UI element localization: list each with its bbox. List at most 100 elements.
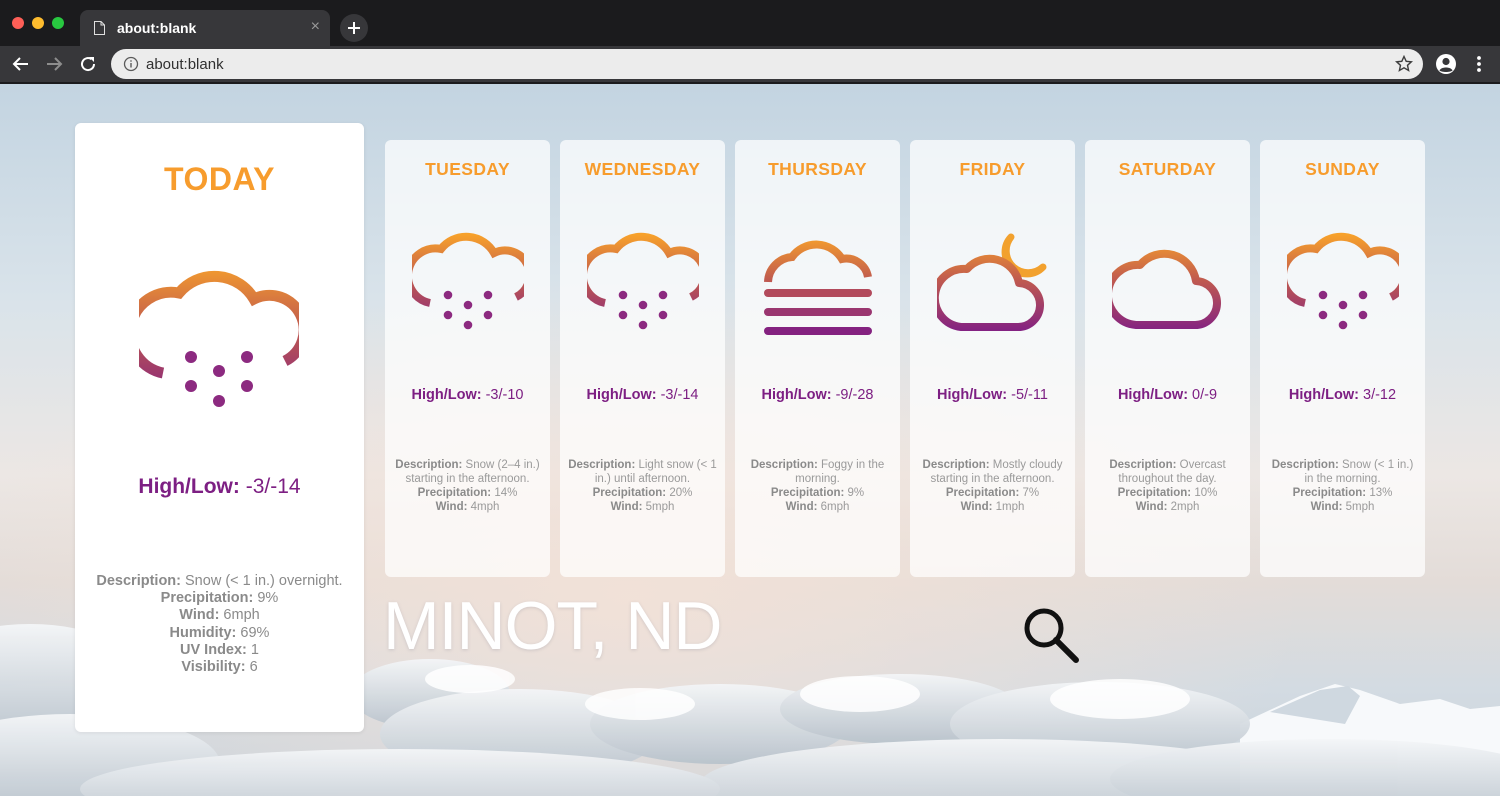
precipitation-label: Precipitation: (945, 487, 1020, 499)
precipitation-value: 20% (666, 487, 693, 499)
forecast-card-thursday: THURSDAY High/Low: -9/-28 Description: F… (735, 140, 900, 577)
day-title: WEDNESDAY (584, 159, 701, 179)
star-icon[interactable] (1395, 55, 1413, 73)
today-details: Description: Snow (< 1 in.) overnight. P… (75, 573, 364, 676)
wind-label: Wind: (435, 501, 468, 513)
file-icon (94, 21, 105, 35)
wind-value: 1mph (992, 501, 1025, 513)
humidity-line: Humidity: 69% (75, 625, 364, 642)
wind-line: Wind: 4mph (391, 500, 544, 514)
minimize-window-button[interactable] (32, 17, 44, 29)
forward-arrow-icon[interactable] (44, 54, 64, 74)
precipitation-value: 13% (1366, 487, 1393, 499)
precipitation-line: Precipitation: 14% (391, 486, 544, 500)
high-low-label: High/Low: (411, 387, 482, 403)
wind-value: 2mph (1167, 501, 1200, 513)
precipitation-label: Precipitation: (770, 487, 845, 499)
precipitation-value: 9% (844, 487, 865, 499)
description-label: Description: (922, 459, 990, 471)
description-label: Description: (1271, 459, 1339, 471)
description-label: Description: (568, 459, 636, 471)
wind-line: Wind: 2mph (1091, 500, 1244, 514)
browser-tab[interactable]: about:blank × (80, 10, 330, 46)
description-line: Description: Snow (2–4 in.) starting in … (391, 458, 544, 486)
description-line: Description: Mostly cloudy starting in t… (916, 458, 1069, 486)
day-details: Description: Snow (2–4 in.) starting in … (391, 458, 544, 514)
high-low-label: High/Low: (138, 475, 240, 498)
profile-icon[interactable] (1435, 53, 1457, 75)
high-low: High/Low: -9/-28 (735, 387, 900, 403)
wind-value: 5mph (642, 501, 675, 513)
new-tab-button[interactable] (340, 14, 368, 42)
precipitation-value: 10% (1191, 487, 1218, 499)
wind-label: Wind: (610, 501, 643, 513)
day-title: FRIDAY (959, 159, 1026, 179)
snow-icon (1287, 232, 1399, 330)
wind-line: Wind: 6mph (741, 500, 894, 514)
precipitation-line: Precipitation: 7% (916, 486, 1069, 500)
visibility-label: Visibility: (181, 659, 246, 676)
wind-line: Wind: 5mph (566, 500, 719, 514)
wind-value: 5mph (1342, 501, 1375, 513)
weather-page: TODAY High/Low: -3/-14 Description: Snow… (0, 84, 1500, 796)
description-value: Snow (< 1 in.) overnight. (180, 573, 343, 589)
wind-line: Wind: 5mph (1266, 500, 1419, 514)
maximize-window-button[interactable] (52, 17, 64, 29)
close-icon[interactable]: × (311, 18, 320, 36)
description-label: Description: (750, 459, 818, 471)
precipitation-line: Precipitation: 13% (1266, 486, 1419, 500)
back-arrow-icon[interactable] (11, 54, 31, 74)
today-card: TODAY High/Low: -3/-14 Description: Snow… (75, 123, 364, 732)
forecast-card-friday: FRIDAY High/Low: -5/-11 Description: Mos… (910, 140, 1075, 577)
high-low-label: High/Low: (761, 387, 832, 403)
forecast-card-sunday: SUNDAY High/Low: 3/-12 Description: Snow… (1260, 140, 1425, 577)
humidity-label: Humidity: (169, 624, 237, 641)
uv-index-value: 1 (246, 641, 259, 658)
precipitation-label: Precipitation: (1292, 487, 1367, 499)
partly-cloudy-night-icon (937, 233, 1047, 331)
tab-title: about:blank (117, 20, 197, 36)
description-line: Description: Snow (< 1 in.) overnight. (75, 573, 364, 590)
info-icon[interactable] (123, 56, 139, 72)
high-low: High/Low: 3/-12 (1260, 387, 1425, 403)
high-low: High/Low: -3/-10 (385, 387, 550, 403)
high-low-label: High/Low: (1117, 387, 1189, 403)
high-low-value: -5/-11 (1007, 387, 1048, 403)
menu-dots-icon[interactable] (1470, 53, 1488, 75)
close-window-button[interactable] (12, 17, 24, 29)
forecast-card-saturday: SATURDAY High/Low: 0/-9 Description: Ove… (1085, 140, 1250, 577)
address-bar[interactable]: about:blank (111, 49, 1423, 79)
precipitation-label: Precipitation: (1117, 487, 1192, 499)
wind-value: 4mph (467, 501, 500, 513)
precipitation-value: 14% (491, 487, 518, 499)
high-low-value: -3/-14 (239, 475, 301, 498)
forecast-card-wednesday: WEDNESDAY High/Low: -3/-14 Description: … (560, 140, 725, 577)
precipitation-value: 9% (253, 590, 279, 607)
humidity-value: 69% (236, 624, 270, 641)
day-details: Description: Snow (< 1 in.) in the morni… (1266, 458, 1419, 514)
wind-label: Wind: (1310, 501, 1343, 513)
day-title: SATURDAY (1118, 159, 1217, 179)
snow-icon (587, 232, 699, 330)
browser-toolbar: about:blank (0, 46, 1500, 82)
search-icon[interactable] (1021, 605, 1081, 665)
description-line: Description: Light snow (< 1 in.) until … (566, 458, 719, 486)
precipitation-line: Precipitation: 20% (566, 486, 719, 500)
today-title: TODAY (164, 161, 275, 197)
high-low-value: 3/-12 (1358, 387, 1397, 403)
wind-label: Wind: (1135, 501, 1168, 513)
high-low-label: High/Low: (1288, 387, 1359, 403)
plus-icon (348, 22, 360, 34)
precipitation-label: Precipitation: (592, 487, 667, 499)
high-low-label: High/Low: (937, 387, 1008, 403)
high-low-label: High/Low: (586, 387, 657, 403)
high-low: High/Low: -3/-14 (560, 387, 725, 403)
precipitation-label: Precipitation: (160, 590, 254, 607)
cloudy-icon (1112, 249, 1221, 329)
day-title: TUESDAY (425, 159, 510, 179)
wind-label: Wind: (960, 501, 993, 513)
description-line: Description: Foggy in the morning. (741, 458, 894, 486)
precipitation-value: 7% (1019, 487, 1040, 499)
reload-icon[interactable] (78, 54, 98, 74)
fog-icon (764, 240, 872, 335)
